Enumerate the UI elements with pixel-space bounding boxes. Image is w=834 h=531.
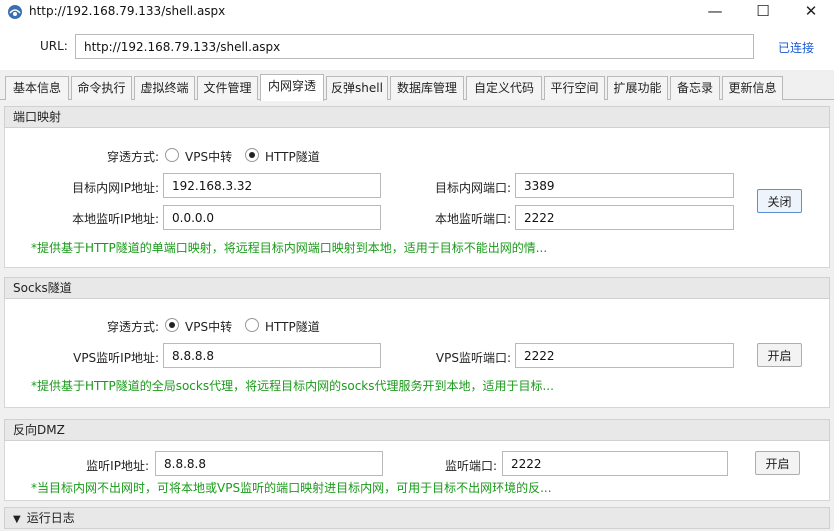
chevron-down-icon: ▼ <box>13 514 21 525</box>
socks-note: *提供基于HTTP隧道的全局socks代理，将远程目标内网的socks代理服务开… <box>31 379 554 393</box>
dmz-start-button[interactable]: 开启 <box>755 451 800 475</box>
pm-target-ip-label: 目标内网IP地址: <box>72 181 159 195</box>
title-bar: http://192.168.79.133/shell.aspx — ☐ ✕ <box>0 0 834 24</box>
socks-vps-port-label: VPS监听端口: <box>435 351 511 365</box>
dmz-panel: 监听IP地址: 监听端口: 开启 *当目标内网不出网时，可将本地或VPS监听的端… <box>4 441 830 501</box>
tab-reverse-shell[interactable]: 反弹shell <box>326 76 388 100</box>
window-title: http://192.168.79.133/shell.aspx <box>29 4 226 18</box>
pm-radio-vps[interactable] <box>165 148 179 162</box>
run-log-label: 运行日志 <box>26 511 75 525</box>
socks-panel: 穿透方式: VPS中转 HTTP隧道 VPS监听IP地址: VPS监听端口: 开… <box>4 299 830 408</box>
pm-local-ip-input[interactable] <box>163 205 381 230</box>
pm-local-port-label: 本地监听端口: <box>434 212 511 226</box>
socks-vps-ip-label: VPS监听IP地址: <box>73 351 159 365</box>
pm-radio-http[interactable] <box>245 148 259 162</box>
tab-bar: 基本信息 命令执行 虚拟终端 文件管理 内网穿透 反弹shell 数据库管理 自… <box>0 70 834 101</box>
socks-radio-http[interactable] <box>245 318 259 332</box>
close-window-button[interactable]: ✕ <box>788 0 834 24</box>
socks-mode-label: 穿透方式: <box>106 320 159 334</box>
socks-radio-vps-label[interactable]: VPS中转 <box>185 318 232 335</box>
port-mapping-header: 端口映射 <box>4 106 830 128</box>
pm-note: *提供基于HTTP隧道的单端口映射，将远程目标内网端口映射到本地，适用于目标不能… <box>31 241 548 255</box>
socks-start-button[interactable]: 开启 <box>757 343 802 367</box>
tab-extensions[interactable]: 扩展功能 <box>607 76 668 100</box>
socks-vps-ip-input[interactable] <box>163 343 381 368</box>
pm-local-port-input[interactable] <box>515 205 734 230</box>
url-input[interactable] <box>75 34 754 59</box>
dmz-ip-input[interactable] <box>155 451 383 476</box>
pm-local-ip-label: 本地监听IP地址: <box>72 212 159 226</box>
tab-database[interactable]: 数据库管理 <box>390 76 464 100</box>
run-log-toggle[interactable]: ▼ 运行日志 <box>4 507 830 529</box>
minimize-button[interactable]: — <box>692 0 738 24</box>
pm-target-ip-input[interactable] <box>163 173 381 198</box>
pm-close-button[interactable]: 关闭 <box>757 189 802 213</box>
socks-radio-vps[interactable] <box>165 318 179 332</box>
pm-radio-vps-label[interactable]: VPS中转 <box>185 148 232 165</box>
port-mapping-panel: 穿透方式: VPS中转 HTTP隧道 目标内网IP地址: 目标内网端口: 本地监… <box>4 128 830 268</box>
tab-virtual-terminal[interactable]: 虚拟终端 <box>134 76 195 100</box>
pm-target-port-label: 目标内网端口: <box>434 181 511 195</box>
maximize-button[interactable]: ☐ <box>740 0 786 24</box>
dmz-port-input[interactable] <box>502 451 728 476</box>
socks-header: Socks隧道 <box>4 277 830 299</box>
tab-basic-info[interactable]: 基本信息 <box>5 76 69 100</box>
url-label: URL: <box>40 39 68 53</box>
pm-target-port-input[interactable] <box>515 173 734 198</box>
tab-intranet-tunnel[interactable]: 内网穿透 <box>260 74 324 101</box>
dmz-ip-label: 监听IP地址: <box>86 459 149 473</box>
socks-radio-http-label[interactable]: HTTP隧道 <box>265 318 320 335</box>
tab-parallel-space[interactable]: 平行空间 <box>544 76 605 100</box>
dmz-header: 反向DMZ <box>4 419 830 441</box>
url-bar: URL: 已连接 <box>0 24 834 70</box>
dmz-port-label: 监听端口: <box>444 459 497 473</box>
pm-mode-label: 穿透方式: <box>106 150 159 164</box>
tab-memo[interactable]: 备忘录 <box>670 76 720 100</box>
tab-command-exec[interactable]: 命令执行 <box>71 76 132 100</box>
connection-status[interactable]: 已连接 <box>778 39 814 56</box>
tab-update-info[interactable]: 更新信息 <box>722 76 783 100</box>
dmz-note: *当目标内网不出网时，可将本地或VPS监听的端口映射进目标内网，可用于目标不出网… <box>31 481 552 495</box>
socks-vps-port-input[interactable] <box>515 343 734 368</box>
pm-radio-http-label[interactable]: HTTP隧道 <box>265 148 320 165</box>
tab-file-manager[interactable]: 文件管理 <box>197 76 258 100</box>
tab-custom-code[interactable]: 自定义代码 <box>466 76 542 100</box>
app-icon <box>8 5 22 19</box>
